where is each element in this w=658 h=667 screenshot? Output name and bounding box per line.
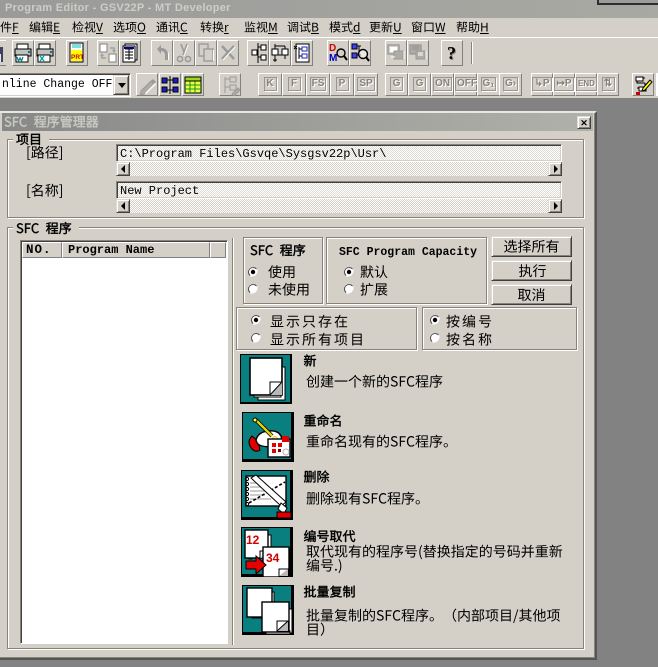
- svg-text:34: 34: [266, 551, 280, 565]
- svg-text:M: M: [329, 53, 337, 64]
- svg-text:12: 12: [246, 533, 260, 547]
- svg-text:PRT: PRT: [71, 54, 84, 61]
- svg-text:?: ?: [447, 43, 456, 63]
